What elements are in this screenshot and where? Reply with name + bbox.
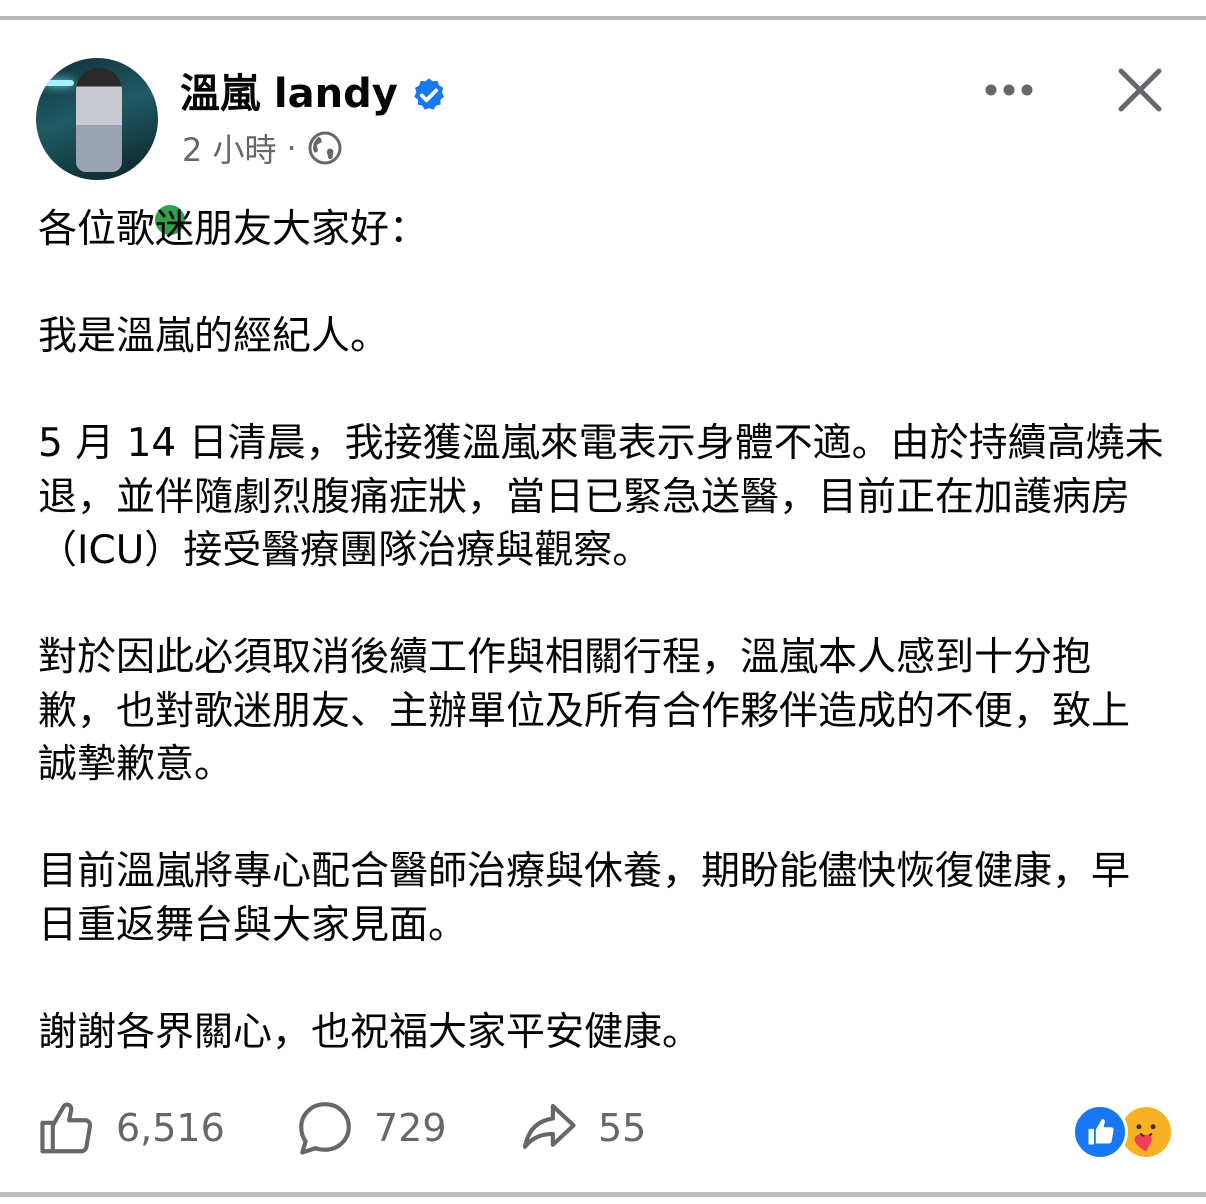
verified-badge-icon bbox=[414, 78, 445, 110]
post-paragraph: 對於因此必須取消後續工作與相關行程，溫嵐本人感到十分抱歉，也對歌迷朋友、主辦單位… bbox=[38, 635, 1131, 787]
post-paragraph: 我是溫嵐的經紀人。 bbox=[38, 314, 390, 359]
like-button[interactable]: 6,516 bbox=[36, 1096, 225, 1160]
post-timestamp[interactable]: 2 小時 bbox=[182, 125, 277, 171]
avatar-photo bbox=[36, 58, 158, 180]
post-paragraph: 謝謝各界關心，也祝福大家平安健康。 bbox=[38, 1009, 702, 1055]
like-reaction-icon bbox=[1072, 1104, 1128, 1160]
comment-bubble-icon bbox=[299, 1102, 351, 1155]
more-options-icon[interactable] bbox=[984, 82, 1034, 98]
post-paragraph: 各位歌迷朋友大家好： bbox=[38, 207, 429, 252]
close-icon[interactable] bbox=[1116, 66, 1164, 114]
post-meta: 2 小時 · bbox=[182, 126, 343, 170]
like-count: 6,516 bbox=[116, 1106, 225, 1150]
meta-separator: · bbox=[286, 129, 297, 167]
comment-button[interactable]: 729 bbox=[294, 1096, 447, 1160]
post-paragraph: 目前溫嵐將專心配合醫師治療與休養，期盼能儘快恢復健康，早日重返舞台與大家見面。 bbox=[38, 849, 1131, 948]
post-body: 各位歌迷朋友大家好： 我是溫嵐的經紀人。 5 月 14 日清晨，我接獲溫嵐來電表… bbox=[38, 203, 1168, 1059]
author-avatar[interactable] bbox=[36, 58, 190, 240]
post-paragraph: 5 月 14 日清晨，我接獲溫嵐來電表示身體不適。由於持續高燒未退，並伴隨劇烈腹… bbox=[38, 421, 1164, 573]
share-count: 55 bbox=[598, 1106, 647, 1150]
author-name[interactable]: 溫嵐 landy bbox=[180, 68, 398, 120]
reaction-summary[interactable] bbox=[1072, 1104, 1176, 1160]
globe-icon[interactable] bbox=[307, 130, 343, 166]
bottom-divider bbox=[0, 1192, 1206, 1197]
share-arrow-icon bbox=[522, 1103, 576, 1149]
top-divider bbox=[0, 16, 1206, 20]
comment-count: 729 bbox=[374, 1106, 447, 1150]
thumbs-up-icon bbox=[40, 1102, 93, 1154]
share-button[interactable]: 55 bbox=[518, 1096, 646, 1160]
